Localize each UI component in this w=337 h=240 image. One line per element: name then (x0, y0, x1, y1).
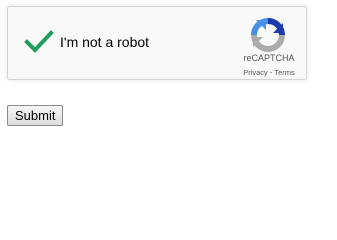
privacy-link[interactable]: Privacy (243, 68, 268, 77)
recaptcha-widget: I'm not a robot reCAPTCHA Privacy - Term… (7, 6, 307, 80)
policy-links: Privacy - Terms (226, 68, 312, 77)
submit-button[interactable]: Submit (7, 105, 64, 126)
checkmark-icon[interactable] (24, 29, 54, 55)
recaptcha-logo-icon (251, 18, 285, 52)
terms-link[interactable]: Terms (274, 68, 294, 77)
captcha-label: I'm not a robot (60, 34, 150, 50)
recaptcha-brand-label: reCAPTCHA (243, 53, 295, 63)
